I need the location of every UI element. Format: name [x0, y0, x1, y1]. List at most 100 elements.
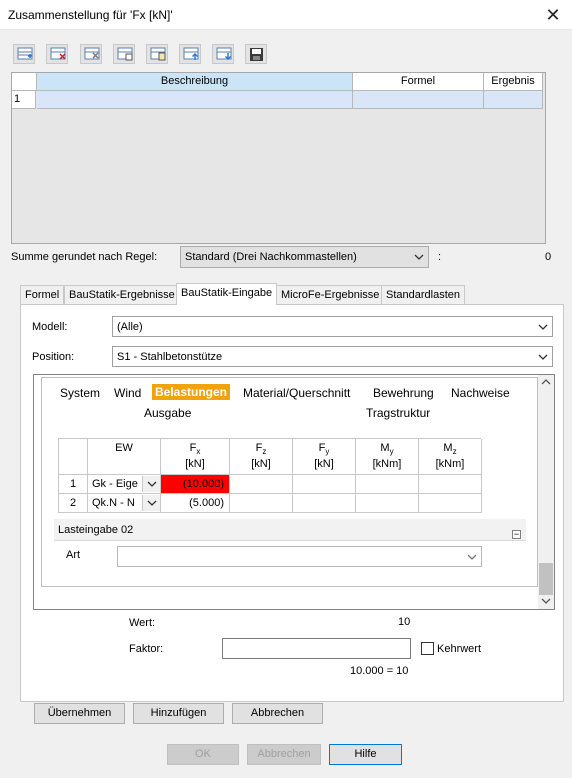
header-fx-unit: [kN] [185, 458, 205, 471]
save-icon[interactable] [245, 44, 267, 64]
move-down-icon[interactable] [212, 44, 234, 64]
abbrechen-button[interactable]: Abbrechen [247, 744, 321, 765]
header-fx: Fx [kN] [161, 439, 230, 475]
ew-dropdown[interactable] [142, 495, 160, 511]
scroll-up-icon[interactable] [541, 378, 551, 386]
chevron-down-icon [147, 481, 157, 487]
lasteingabe-header: Lasteingabe 02 − [54, 519, 526, 541]
cell-beschreibung[interactable] [37, 91, 353, 109]
fz-cell[interactable] [230, 494, 293, 513]
title-bar: Zusammenstellung für 'Fx [kN]' ✕ [0, 0, 572, 30]
tab-baustatik-ergebnisse[interactable]: BauStatik-Ergebnisse [64, 285, 180, 304]
paste-icon[interactable] [146, 44, 168, 64]
rounding-select[interactable]: Standard (Drei Nachkommastellen) [180, 246, 429, 268]
move-up-icon[interactable] [179, 44, 201, 64]
row-number[interactable]: 1 [12, 91, 36, 109]
hinzufuegen-button[interactable]: Hinzufügen [133, 703, 224, 724]
copy-icon[interactable] [113, 44, 135, 64]
nav-ausgabe[interactable]: Ausgabe [144, 406, 191, 420]
tab-formel[interactable]: Formel [20, 285, 65, 304]
lasteingabe-title: Lasteingabe 02 [58, 524, 134, 536]
summary-grid[interactable]: Beschreibung Formel Ergebnis 1 [11, 72, 546, 244]
chevron-down-icon [538, 324, 548, 330]
load-table-corner [59, 439, 88, 475]
kehrwert-checkbox[interactable] [421, 642, 434, 655]
faktor-result: 10.000 = 10 [350, 665, 409, 677]
fy-cell[interactable] [293, 475, 356, 494]
faktor-input[interactable] [222, 638, 411, 659]
column-header-beschreibung[interactable]: Beschreibung [37, 73, 353, 91]
nav-wind[interactable]: Wind [114, 386, 141, 400]
header-mz-unit: [kNm] [435, 458, 465, 471]
nav-belastungen[interactable]: Belastungen [152, 384, 231, 400]
fy-cell[interactable] [293, 494, 356, 513]
load-table: EW Fx [kN] Fz [kN] Fy [kN] My [kNm] Mz [… [58, 438, 482, 513]
modell-select-value: (Alle) [117, 321, 143, 333]
nav-material-querschnitt[interactable]: Material/Querschnitt [243, 386, 350, 400]
header-my-main: M [380, 442, 390, 454]
grid-corner [12, 73, 37, 91]
delete-all-icon[interactable] [80, 44, 102, 64]
nav-system[interactable]: System [60, 386, 100, 400]
ew-select[interactable]: Gk - Eige [88, 475, 161, 494]
row-number[interactable]: 1 [59, 475, 88, 494]
art-label: Art [66, 549, 81, 561]
position-label: Position: [32, 351, 75, 363]
modell-select[interactable]: (Alle) [112, 316, 553, 337]
header-my-sub: y [389, 447, 394, 457]
nav-bewehrung[interactable]: Bewehrung [373, 386, 434, 400]
tab-microfe-ergebnisse[interactable]: MicroFe-Ergebnisse [276, 285, 385, 304]
close-icon[interactable]: ✕ [542, 4, 564, 26]
scroll-down-icon[interactable] [541, 597, 551, 605]
mz-cell[interactable] [419, 494, 482, 513]
delete-row-icon[interactable] [46, 44, 68, 64]
uebernehmen-button[interactable]: Übernehmen [34, 703, 125, 724]
position-select-value: S1 - Stahlbetonstütze [117, 351, 223, 363]
my-cell[interactable] [356, 475, 419, 494]
chevron-down-icon [414, 254, 424, 260]
kehrwert-label: Kehrwert [437, 643, 482, 655]
fx-cell[interactable]: (10.000) [161, 475, 230, 494]
faktor-label: Faktor: [129, 643, 164, 655]
rounding-colon: : [438, 251, 442, 263]
tab-baustatik-eingabe[interactable]: BauStatik-Eingabe [176, 283, 278, 305]
hilfe-button[interactable]: Hilfe [329, 744, 402, 765]
rounding-select-value: Standard (Drei Nachkommastellen) [185, 251, 357, 263]
ok-button[interactable]: OK [167, 744, 239, 765]
wert-label: Wert: [129, 617, 156, 629]
fz-cell[interactable] [230, 475, 293, 494]
ew-value: Qk.N - N [92, 497, 135, 509]
column-header-ergebnis[interactable]: Ergebnis [484, 73, 543, 91]
tab-standardlasten[interactable]: Standardlasten [381, 285, 465, 304]
fx-value: (10.000) [183, 478, 224, 490]
abbrechen-action-button[interactable]: Abbrechen [232, 703, 323, 724]
header-my: My [kNm] [356, 439, 419, 475]
position-select[interactable]: S1 - Stahlbetonstütze [112, 346, 553, 367]
modell-label: Modell: [32, 321, 68, 333]
header-fx-sub: x [196, 447, 201, 457]
ew-dropdown[interactable] [142, 476, 160, 492]
header-ew-label: EW [115, 442, 133, 454]
add-row-icon[interactable] [13, 44, 35, 64]
cell-ergebnis[interactable] [484, 91, 543, 109]
nav-tragstruktur[interactable]: Tragstruktur [366, 406, 430, 420]
row-number[interactable]: 2 [59, 494, 88, 513]
nav-nachweise[interactable]: Nachweise [451, 386, 510, 400]
mz-cell[interactable] [419, 475, 482, 494]
header-mz-main: M [443, 442, 453, 454]
scrollbar-thumb[interactable] [539, 563, 553, 595]
collapse-icon[interactable]: − [512, 530, 521, 539]
header-fy-sub: y [325, 447, 330, 457]
vertical-scrollbar[interactable] [538, 375, 554, 609]
column-header-formel[interactable]: Formel [353, 73, 484, 91]
fx-cell[interactable]: (5.000) [161, 494, 230, 513]
art-select[interactable] [117, 546, 482, 567]
ew-select[interactable]: Qk.N - N [88, 494, 161, 513]
cell-formel[interactable] [353, 91, 484, 109]
header-mz-sub: z [452, 447, 457, 457]
rounding-label: Summe gerundet nach Regel: [11, 251, 158, 263]
header-fz: Fz [kN] [230, 439, 293, 475]
my-cell[interactable] [356, 494, 419, 513]
ew-value: Gk - Eige [92, 478, 138, 490]
window-title: Zusammenstellung für 'Fx [kN]' [8, 8, 173, 22]
